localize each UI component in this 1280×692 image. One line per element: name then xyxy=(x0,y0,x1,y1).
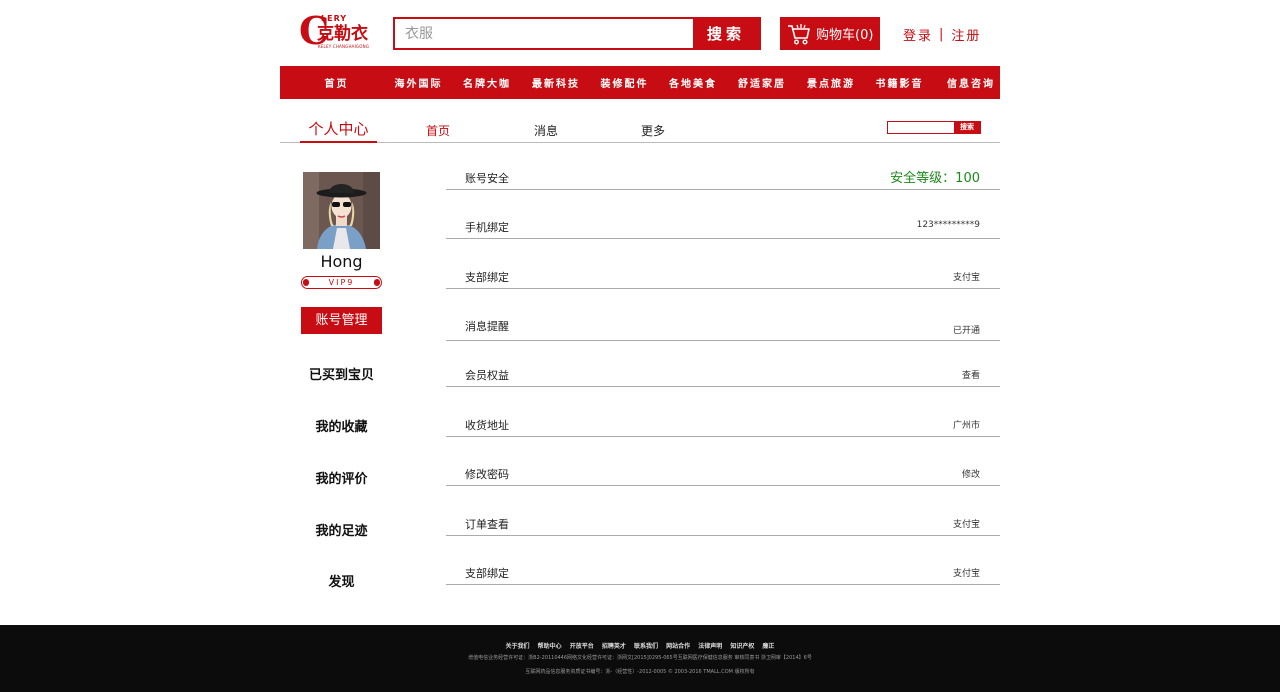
info-row-member-benefits[interactable]: 会员权益 查看 xyxy=(446,367,1000,387)
info-value: 支付宝 xyxy=(952,273,980,283)
info-value: 已开通 xyxy=(952,326,980,336)
nav-item-home-living[interactable]: 舒适家居 xyxy=(719,75,805,90)
footer-license-line: 增值电信业务经营许可证：浙B2-20110446网络文化经营许可证：浙网文[20… xyxy=(468,655,812,661)
info-label: 收货地址 xyxy=(465,419,509,432)
sub-nav-more[interactable]: 更多 xyxy=(641,122,665,139)
info-value: 123*********9 xyxy=(916,220,980,230)
info-label: 修改密码 xyxy=(465,468,509,481)
sub-nav-home[interactable]: 首页 xyxy=(426,122,450,139)
logo-brand-en: LERY xyxy=(321,14,348,23)
info-row-shipping-address[interactable]: 收货地址 广州市 xyxy=(446,417,1000,437)
nav-item-travel[interactable]: 景点旅游 xyxy=(805,75,857,90)
info-label: 消息提醒 xyxy=(465,320,509,333)
username: Hong xyxy=(320,252,363,271)
info-label: 账号安全 xyxy=(465,172,509,185)
site-logo[interactable]: C LERY 克勒衣 KELEY CHANGHAIGONG xyxy=(299,12,373,50)
footer-link-integrity[interactable]: 廉正 xyxy=(762,643,774,650)
footer-link-open-platform[interactable]: 开放平台 xyxy=(570,643,594,650)
info-label: 订单查看 xyxy=(465,518,509,531)
footer-link-legal[interactable]: 法律声明 xyxy=(698,643,722,650)
info-row-account-security[interactable]: 账号安全 安全等级：100 xyxy=(446,170,1000,190)
sub-nav: 个人中心 首页 消息 更多 搜索 xyxy=(280,108,1000,143)
search-input[interactable] xyxy=(395,19,692,48)
footer-link-ip[interactable]: 知识产权 xyxy=(730,643,754,650)
avatar-image xyxy=(303,172,380,249)
nav-item-books[interactable]: 书籍影音 xyxy=(857,75,942,90)
footer-link-help[interactable]: 帮助中心 xyxy=(538,643,562,650)
search-box: 搜索 xyxy=(393,17,761,50)
info-row-order-view[interactable]: 订单查看 支付宝 xyxy=(446,516,1000,536)
auth-separator: | xyxy=(939,27,946,42)
register-link[interactable]: 注册 xyxy=(951,25,981,44)
footer-link-partnership[interactable]: 网站合作 xyxy=(666,643,690,650)
info-value: 广州市 xyxy=(952,421,980,431)
avatar[interactable] xyxy=(303,172,380,249)
info-label: 会员权益 xyxy=(465,369,509,382)
footer-link-careers[interactable]: 招聘英才 xyxy=(602,643,626,650)
nav-item-overseas[interactable]: 海外国际 xyxy=(393,75,444,90)
shopping-cart-icon xyxy=(788,23,810,45)
info-label: 支部绑定 xyxy=(465,567,509,580)
mini-search-box: 搜索 xyxy=(887,121,981,134)
sidebar-item-reviews[interactable]: 我的评价 xyxy=(290,468,393,487)
main-nav: 首页 海外国际 名牌大咖 最新科技 装修配件 各地美食 舒适家居 景点旅游 书籍… xyxy=(280,66,1000,99)
sidebar-item-discover[interactable]: 发现 xyxy=(290,571,393,590)
info-value: 修改 xyxy=(961,470,980,480)
sidebar-item-footprints[interactable]: 我的足迹 xyxy=(290,520,393,539)
login-link[interactable]: 登录 xyxy=(903,25,933,44)
cart-label: 购物车(0) xyxy=(816,28,874,43)
personal-center-title[interactable]: 个人中心 xyxy=(300,118,377,143)
info-row-message-alerts[interactable]: 消息提醒 已开通 xyxy=(446,318,1000,341)
footer-link-about[interactable]: 关于我们 xyxy=(506,643,530,650)
security-level: 安全等级：100 xyxy=(890,171,980,186)
footer-link-contact[interactable]: 联系我们 xyxy=(634,643,658,650)
sidebar-item-purchased[interactable]: 已买到宝贝 xyxy=(290,364,393,383)
vip-badge: VIP9 xyxy=(301,276,382,289)
nav-item-home[interactable]: 首页 xyxy=(280,75,393,90)
info-row-phone-binding[interactable]: 手机绑定 123*********9 xyxy=(446,219,1000,239)
info-value: 支付宝 xyxy=(952,520,980,530)
sub-nav-messages[interactable]: 消息 xyxy=(534,122,558,139)
nav-item-info[interactable]: 信息咨询 xyxy=(942,75,1000,90)
info-row-payment-binding-2[interactable]: 支部绑定 支付宝 xyxy=(446,565,1000,585)
footer-links: 关于我们 帮助中心 开放平台 招聘英才 联系我们 网站合作 法律声明 知识产权 … xyxy=(0,641,1280,650)
search-button[interactable]: 搜索 xyxy=(693,19,759,48)
site-header: C LERY 克勒衣 KELEY CHANGHAIGONG 搜索 购物车(0) … xyxy=(280,0,1000,66)
info-label: 手机绑定 xyxy=(465,221,509,234)
info-label: 支部绑定 xyxy=(465,271,509,284)
info-row-payment-binding[interactable]: 支部绑定 支付宝 xyxy=(446,269,1000,289)
logo-brand-cn: 克勒衣 xyxy=(317,24,368,44)
info-value: 支付宝 xyxy=(952,569,980,579)
footer-copyright-line: 互联网药品信息服务资质证书编号：浙-（经营性）-2012-0005 © 2003… xyxy=(525,669,755,675)
nav-item-food[interactable]: 各地美食 xyxy=(667,75,719,90)
info-value: 查看 xyxy=(961,371,980,381)
cart-button[interactable]: 购物车(0) xyxy=(780,17,880,50)
sidebar-item-favorites[interactable]: 我的收藏 xyxy=(290,416,393,435)
site-footer: 关于我们 帮助中心 开放平台 招聘英才 联系我们 网站合作 法律声明 知识产权 … xyxy=(0,625,1280,692)
sidebar-item-account-management[interactable]: 账号管理 xyxy=(301,307,382,334)
nav-item-decor[interactable]: 装修配件 xyxy=(582,75,667,90)
nav-item-tech[interactable]: 最新科技 xyxy=(530,75,582,90)
auth-links: 登录 | 注册 xyxy=(903,25,981,44)
nav-item-brands[interactable]: 名牌大咖 xyxy=(444,75,530,90)
logo-brand-sub: KELEY CHANGHAIGONG xyxy=(318,44,370,49)
mini-search-button[interactable]: 搜索 xyxy=(954,122,980,133)
info-row-change-password[interactable]: 修改密码 修改 xyxy=(446,466,1000,486)
mini-search-input[interactable] xyxy=(888,122,954,133)
